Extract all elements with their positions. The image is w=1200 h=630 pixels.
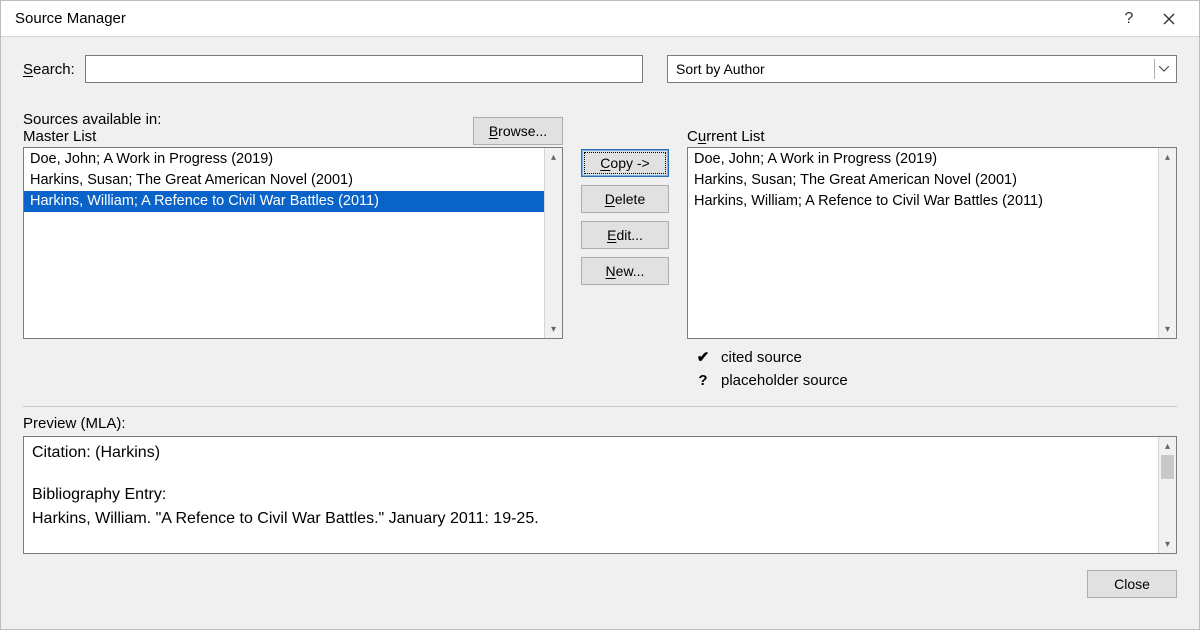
close-button[interactable]: Close bbox=[1087, 570, 1177, 598]
list-item[interactable]: Harkins, Susan; The Great American Novel… bbox=[24, 170, 544, 191]
master-listbox[interactable]: Doe, John; A Work in Progress (2019)Hark… bbox=[23, 147, 563, 339]
list-item[interactable]: Harkins, Susan; The Great American Novel… bbox=[688, 170, 1158, 191]
help-button[interactable]: ? bbox=[1109, 5, 1149, 33]
dialog-title: Source Manager bbox=[15, 10, 1109, 27]
list-item[interactable]: Harkins, William; A Refence to Civil War… bbox=[688, 191, 1158, 212]
legend-cited-text: cited source bbox=[721, 347, 802, 370]
scroll-up-icon[interactable]: ▴ bbox=[1159, 437, 1176, 455]
scroll-up-icon[interactable]: ▴ bbox=[545, 148, 562, 166]
question-icon: ? bbox=[695, 370, 711, 393]
list-item[interactable]: Doe, John; A Work in Progress (2019) bbox=[688, 149, 1158, 170]
legend-placeholder-text: placeholder source bbox=[721, 370, 848, 393]
legend: ✔ cited source ? placeholder source bbox=[687, 347, 1177, 392]
preview-bib-label: Bibliography Entry: bbox=[32, 483, 1150, 507]
preview-label: Preview (MLA): bbox=[23, 415, 1177, 432]
source-manager-dialog: Source Manager ? Search: Sort by Author … bbox=[0, 0, 1200, 630]
edit-button[interactable]: Edit... bbox=[581, 221, 669, 249]
divider bbox=[23, 406, 1177, 407]
list-item[interactable]: Harkins, William; A Refence to Civil War… bbox=[24, 191, 544, 212]
preview-citation: Citation: (Harkins) bbox=[32, 441, 1150, 465]
current-listbox[interactable]: Doe, John; A Work in Progress (2019)Hark… bbox=[687, 147, 1177, 339]
preview-scrollbar[interactable]: ▴ ▾ bbox=[1158, 437, 1176, 553]
sort-value: Sort by Author bbox=[676, 61, 765, 77]
preview-bib-text: Harkins, William. "A Refence to Civil Wa… bbox=[32, 507, 1150, 531]
search-input[interactable] bbox=[85, 55, 643, 83]
search-row: Search: Sort by Author bbox=[23, 55, 1177, 83]
master-list-label: Master List bbox=[23, 128, 161, 145]
scroll-down-icon[interactable]: ▾ bbox=[1159, 535, 1176, 553]
new-button[interactable]: New... bbox=[581, 257, 669, 285]
current-list-label: Current List bbox=[687, 128, 765, 145]
chevron-down-icon bbox=[1154, 59, 1172, 79]
preview-box: Citation: (Harkins) Bibliography Entry: … bbox=[23, 436, 1177, 554]
sources-available-label: Sources available in: bbox=[23, 111, 161, 128]
scroll-down-icon[interactable]: ▾ bbox=[1159, 320, 1176, 338]
titlebar: Source Manager ? bbox=[1, 1, 1199, 37]
list-item[interactable]: Doe, John; A Work in Progress (2019) bbox=[24, 149, 544, 170]
copy-button[interactable]: Copy -> bbox=[581, 149, 669, 177]
delete-button[interactable]: Delete bbox=[581, 185, 669, 213]
browse-button[interactable]: Browse... bbox=[473, 117, 563, 145]
scroll-up-icon[interactable]: ▴ bbox=[1159, 148, 1176, 166]
current-scrollbar[interactable]: ▴ ▾ bbox=[1158, 148, 1176, 338]
check-icon: ✔ bbox=[695, 347, 711, 370]
close-icon[interactable] bbox=[1149, 5, 1189, 33]
search-label: Search: bbox=[23, 61, 75, 78]
master-scrollbar[interactable]: ▴ ▾ bbox=[544, 148, 562, 338]
sort-dropdown[interactable]: Sort by Author bbox=[667, 55, 1177, 83]
scroll-down-icon[interactable]: ▾ bbox=[545, 320, 562, 338]
